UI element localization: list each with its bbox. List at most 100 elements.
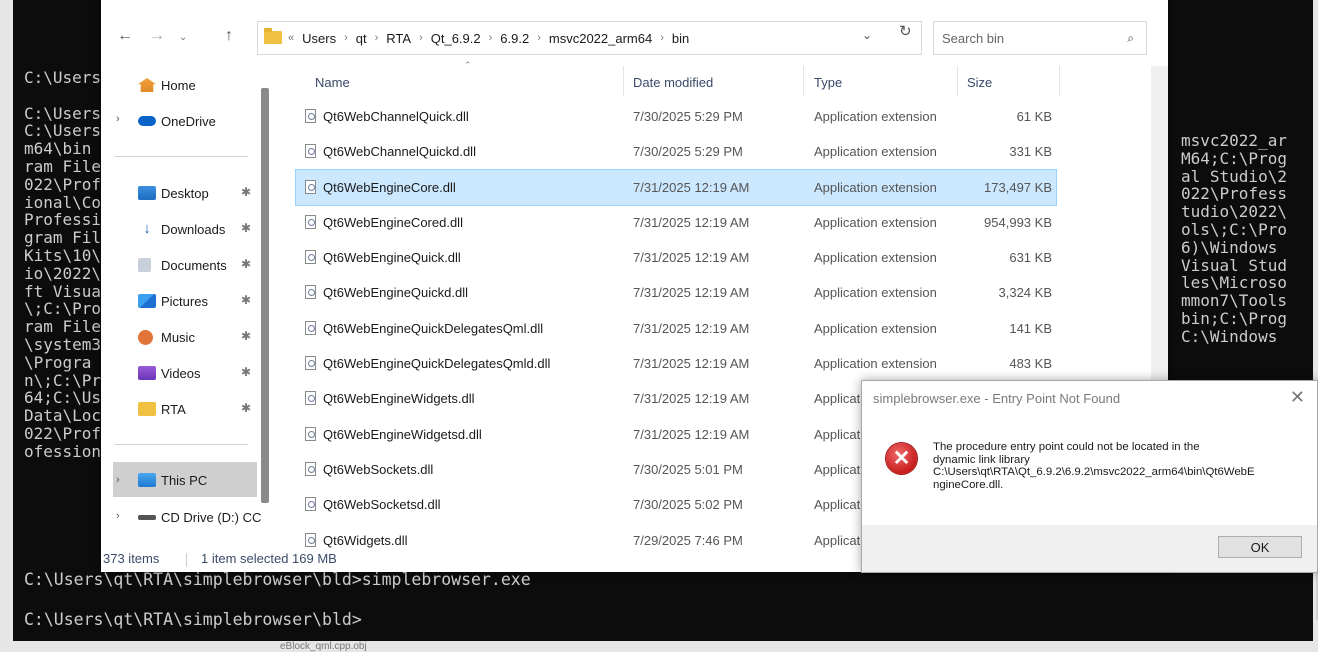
- folder-icon: [264, 27, 282, 44]
- file-row[interactable]: Qt6WebEngineQuick.dll 7/31/2025 12:19 AM A…: [296, 240, 1056, 275]
- breadcrumb-qt[interactable]: qt: [356, 31, 367, 46]
- refresh-icon[interactable]: ↻: [899, 22, 912, 40]
- dll-file-icon: [305, 285, 316, 300]
- column-divider[interactable]: [623, 66, 624, 96]
- file-date: 7/30/2025 5:29 PM: [633, 144, 743, 160]
- nav-item-home[interactable]: Home: [138, 72, 196, 98]
- chevron-right-icon[interactable]: ›: [116, 474, 120, 486]
- file-row[interactable]: Qt6WebEngineQuickDelegatesQml.dll 7/31/20…: [296, 311, 1056, 346]
- dll-file-icon: [305, 391, 316, 406]
- nav-scrollbar[interactable]: [261, 88, 269, 503]
- nav-item-cd-drive[interactable]: CD Drive (D:) CC: [138, 504, 261, 530]
- file-size: 61 KB: [1016, 109, 1052, 124]
- breadcrumb-overflow[interactable]: «: [288, 32, 294, 44]
- pin-icon[interactable]: ✱: [241, 365, 251, 379]
- forward-button[interactable]: →: [149, 27, 165, 45]
- file-name: Qt6WebEngineQuickDelegatesQml.dll: [323, 320, 544, 336]
- up-button[interactable]: ↑: [225, 27, 233, 45]
- breadcrumb-users[interactable]: Users: [302, 31, 336, 46]
- file-type: Applicat: [814, 426, 861, 442]
- search-box[interactable]: Search bin ⌕: [933, 21, 1147, 55]
- chevron-right-icon[interactable]: ›: [660, 32, 664, 44]
- file-row[interactable]: Qt6WebEngineQuickDelegatesQmld.dll 7/31/2…: [296, 346, 1056, 381]
- nav-item-rta[interactable]: RTA: [138, 396, 186, 422]
- nav-item-videos[interactable]: Videos: [138, 360, 201, 386]
- nav-item-desktop[interactable]: Desktop: [138, 180, 209, 206]
- dll-file-icon: [305, 214, 316, 229]
- file-row[interactable]: Qt6WebChannelQuick.dll 7/30/2025 5:29 PM A…: [296, 99, 1056, 134]
- file-size: 954,993 KB: [984, 214, 1052, 230]
- column-divider[interactable]: [1059, 66, 1060, 96]
- nav-item-onedrive[interactable]: OneDrive: [138, 108, 216, 134]
- back-button[interactable]: ←: [117, 27, 133, 45]
- pin-icon[interactable]: ✱: [241, 221, 251, 235]
- file-type: Applicat: [814, 461, 861, 477]
- home-icon: [138, 78, 156, 92]
- column-header-date[interactable]: Date modified: [633, 75, 713, 90]
- pin-icon[interactable]: ✱: [241, 401, 251, 415]
- ok-button[interactable]: OK: [1218, 536, 1302, 558]
- file-date: 7/31/2025 12:19 AM: [633, 426, 750, 442]
- file-row[interactable]: Qt6WebEngineCored.dll 7/31/2025 12:19 AM A…: [296, 205, 1056, 240]
- nav-item-this-pc[interactable]: This PC: [138, 467, 207, 493]
- file-row[interactable]: Qt6WebEngineCore.dll 7/31/2025 12:19 AM Ap…: [295, 168, 1057, 206]
- nav-item-music[interactable]: Music: [138, 324, 195, 350]
- console-right-text: msvc2022_ar M64;C:\Prog al Studio\2 022\…: [1181, 131, 1287, 346]
- file-name: Qt6WebEngineQuickDelegatesQmld.dll: [323, 356, 551, 372]
- nav-item-label: Music: [161, 329, 195, 345]
- file-type: Application extension: [814, 179, 937, 195]
- chevron-right-icon[interactable]: ›: [537, 32, 541, 44]
- address-dropdown-icon[interactable]: ⌄: [862, 28, 872, 42]
- nav-item-documents[interactable]: Documents: [138, 252, 227, 278]
- pin-icon[interactable]: ✱: [241, 185, 251, 199]
- nav-item-pictures[interactable]: Pictures: [138, 288, 208, 314]
- nav-item-label: Documents: [161, 257, 227, 273]
- column-header-size[interactable]: Size: [967, 75, 992, 90]
- chevron-right-icon[interactable]: ›: [116, 510, 120, 522]
- file-name: Qt6WebSockets.dll: [323, 461, 434, 477]
- recent-dropdown-button[interactable]: ⌄: [179, 32, 187, 43]
- breadcrumb-rta[interactable]: RTA: [386, 31, 411, 46]
- pin-icon[interactable]: ✱: [241, 329, 251, 343]
- chevron-right-icon[interactable]: ›: [419, 32, 423, 44]
- file-row[interactable]: Qt6WebEngineQuickd.dll 7/31/2025 12:19 AM…: [296, 275, 1056, 310]
- pin-icon[interactable]: ✱: [241, 293, 251, 307]
- address-bar[interactable]: « Users › qt › RTA › Qt_6.9.2 › 6.9.2 › msvc2…: [257, 21, 922, 55]
- breadcrumb-qt-692[interactable]: Qt_6.9.2: [431, 31, 481, 46]
- column-header-name[interactable]: Name: [315, 75, 350, 90]
- file-type: Applicat: [814, 391, 861, 407]
- chevron-right-icon[interactable]: ›: [375, 32, 379, 44]
- music-icon: [138, 329, 153, 345]
- nav-item-label: Videos: [161, 365, 201, 381]
- nav-item-label: Downloads: [161, 221, 226, 237]
- file-row[interactable]: Qt6WebChannelQuickd.dll 7/30/2025 5:29 PM…: [296, 134, 1056, 169]
- close-icon[interactable]: ✕: [1290, 387, 1305, 408]
- breadcrumb-msvc[interactable]: msvc2022_arm64: [549, 31, 652, 46]
- column-divider[interactable]: [957, 66, 958, 96]
- chevron-right-icon[interactable]: ›: [116, 113, 120, 125]
- file-name: Qt6WebSocketsd.dll: [323, 497, 441, 513]
- file-size: 3,324 KB: [998, 285, 1053, 301]
- file-date: 7/30/2025 5:02 PM: [633, 497, 743, 513]
- file-date: 7/30/2025 5:01 PM: [633, 461, 743, 477]
- file-date: 7/31/2025 12:19 AM: [633, 179, 750, 195]
- file-type: Application extension: [814, 250, 937, 266]
- file-size: 141 KB: [1009, 320, 1052, 336]
- file-type: Application extension: [814, 214, 937, 230]
- desktop-icon: [138, 186, 156, 200]
- chevron-right-icon[interactable]: ›: [489, 32, 493, 44]
- file-size: 483 KB: [1009, 356, 1052, 372]
- nav-item-downloads[interactable]: ↓ Downloads: [138, 216, 225, 242]
- column-divider[interactable]: [803, 66, 804, 96]
- file-date: 7/31/2025 12:19 AM: [633, 320, 750, 336]
- download-arrow-icon: ↓: [143, 220, 151, 237]
- file-size: 173,497 KB: [984, 179, 1052, 195]
- breadcrumb-bin[interactable]: bin: [672, 31, 689, 46]
- chevron-right-icon[interactable]: ›: [344, 32, 348, 44]
- breadcrumb-692[interactable]: 6.9.2: [500, 31, 529, 46]
- dll-file-icon: [305, 426, 316, 441]
- dll-file-icon: [305, 461, 316, 476]
- column-header-type[interactable]: Type: [814, 75, 842, 90]
- console-left-text: C:\Users C:\Users C:\Users m64\bin ram F…: [24, 68, 102, 461]
- pin-icon[interactable]: ✱: [241, 257, 251, 271]
